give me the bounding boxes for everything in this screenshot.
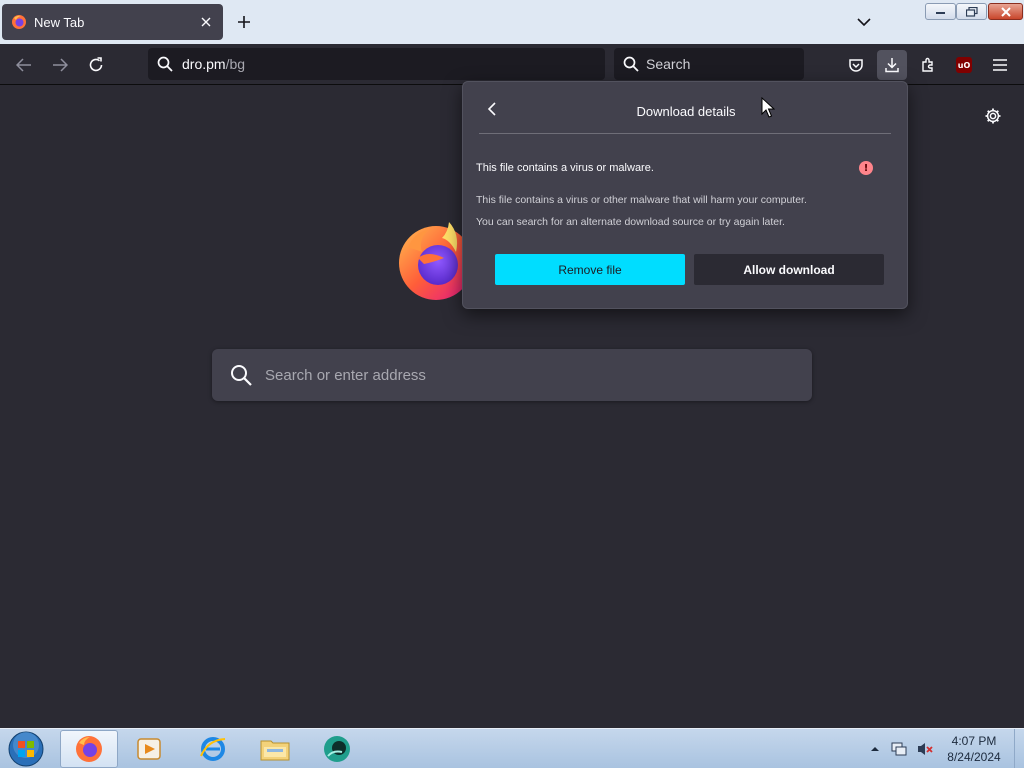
hamburger-menu-icon[interactable]: [985, 50, 1015, 80]
malware-description-line-2: You can search for an alternate download…: [476, 216, 785, 228]
show-hidden-icons-arrow-icon[interactable]: [870, 745, 880, 753]
window-close-button[interactable]: [988, 3, 1023, 20]
taskbar-firefox[interactable]: [60, 730, 118, 768]
panel-title: Download details: [636, 104, 736, 119]
downloads-button[interactable]: [877, 50, 907, 80]
firefox-favicon-icon: [12, 15, 26, 29]
navigation-toolbar: dro.pm/bg Search uO: [0, 44, 1024, 85]
clock-date: 8/24/2024: [947, 750, 1001, 764]
new-tab-plus-icon[interactable]: [234, 12, 254, 32]
taskbar-internet-explorer[interactable]: [184, 730, 242, 768]
window-restore-button[interactable]: [956, 3, 987, 20]
url-path-text: /bg: [225, 56, 246, 72]
search-icon: [231, 365, 252, 386]
tab-strip: New Tab: [0, 0, 1024, 44]
window-minimize-button[interactable]: [925, 3, 956, 20]
tab-new-tab[interactable]: New Tab: [2, 4, 223, 40]
search-icon: [623, 56, 639, 72]
internet-explorer-icon: [200, 737, 226, 761]
taskbar-file-explorer[interactable]: [246, 730, 304, 768]
url-bar[interactable]: dro.pm/bg: [148, 48, 605, 80]
system-tray: [866, 729, 934, 768]
volume-muted-icon[interactable]: [916, 741, 934, 757]
search-bar-placeholder: Search: [646, 56, 691, 72]
forward-arrow-icon[interactable]: [47, 52, 73, 78]
settings-gear-icon[interactable]: [980, 103, 1006, 129]
search-icon: [157, 56, 173, 72]
new-tab-search-placeholder: Search or enter address: [265, 366, 426, 384]
ublock-origin-icon: uO: [956, 57, 972, 73]
file-explorer-icon: [260, 740, 290, 761]
ublock-origin-button[interactable]: uO: [949, 50, 979, 80]
network-icon[interactable]: [890, 741, 908, 757]
mouse-cursor-icon: [761, 97, 775, 118]
warning-icon: !: [859, 161, 873, 175]
taskbar-chat-app[interactable]: [308, 730, 366, 768]
back-arrow-icon[interactable]: [11, 52, 37, 78]
remove-file-button[interactable]: Remove file: [495, 254, 685, 285]
chat-app-icon: [324, 736, 350, 762]
start-button[interactable]: [6, 730, 46, 768]
clock-time: 4:07 PM: [951, 734, 997, 748]
reload-icon[interactable]: [83, 52, 109, 78]
taskbar-media-player[interactable]: [120, 730, 178, 768]
media-player-icon: [137, 738, 161, 760]
download-details-panel: Download details This file contains a vi…: [462, 81, 908, 309]
download-arrow-icon: [885, 58, 899, 73]
url-host-text: dro.pm: [182, 56, 226, 72]
extensions-puzzle-icon[interactable]: [913, 50, 943, 80]
pocket-icon[interactable]: [841, 50, 871, 80]
malware-warning-heading: This file contains a virus or malware.: [476, 162, 654, 174]
list-all-tabs-chevron-icon[interactable]: [854, 12, 874, 32]
windows-start-orb-icon: [8, 731, 44, 767]
search-bar[interactable]: Search: [614, 48, 804, 80]
tab-close-icon[interactable]: [198, 14, 214, 30]
show-desktop-button[interactable]: [1014, 729, 1024, 768]
tab-title: New Tab: [34, 14, 85, 30]
allow-download-button[interactable]: Allow download: [694, 254, 884, 285]
malware-description-line-1: This file contains a virus or other malw…: [476, 194, 807, 206]
firefox-icon: [76, 736, 102, 762]
panel-divider: [479, 133, 891, 134]
new-tab-search-box[interactable]: Search or enter address: [212, 349, 812, 401]
windows-taskbar: 4:07 PM 8/24/2024: [0, 728, 1024, 768]
taskbar-clock[interactable]: 4:07 PM 8/24/2024: [936, 733, 1012, 765]
